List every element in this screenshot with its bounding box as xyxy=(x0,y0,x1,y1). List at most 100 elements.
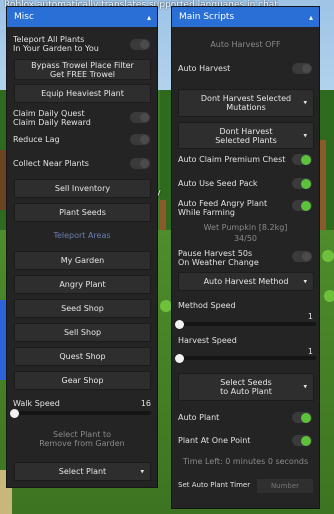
collapse-icon[interactable]: ▴ xyxy=(147,13,151,22)
method-speed-row: Method Speed 1 xyxy=(172,300,319,329)
select-seeds-dropdown[interactable]: Select Seeds to Auto Plant ▾ xyxy=(178,373,314,401)
collect-near-row: Collect Near Plants xyxy=(7,157,157,171)
select-plant-remove-label: Select Plant to Remove from Garden xyxy=(39,430,125,448)
walk-speed-row: Walk Speed 16 xyxy=(7,398,157,418)
plant-at-one-point-label: Plant At One Point xyxy=(178,436,251,445)
toggle-knob xyxy=(301,435,311,446)
harvest-speed-row: Harvest Speed 1 xyxy=(172,335,319,363)
auto-plant-label: Auto Plant xyxy=(178,413,220,422)
teleport-areas-heading: Teleport Areas xyxy=(53,231,111,240)
fence-post xyxy=(160,200,166,230)
harvest-speed-value: 1 xyxy=(307,347,313,356)
select-seeds-label: Select Seeds to Auto Plant xyxy=(220,378,272,396)
select-plant-dropdown[interactable]: Select Plant ▾ xyxy=(14,462,151,481)
auto-harvest-toggle[interactable] xyxy=(292,63,312,74)
dont-harvest-mutations-label: Dont Harvest Selected Mutations xyxy=(200,94,292,112)
misc-panel-header[interactable]: Misc ▴ xyxy=(7,7,157,27)
auto-claim-chest-toggle[interactable] xyxy=(292,154,312,165)
method-speed-value: 1 xyxy=(307,312,313,321)
pause-harvest-row: Pause Harvest 50s On Weather Change xyxy=(172,248,319,268)
main-scripts-panel-header[interactable]: Main Scripts ▴ xyxy=(172,7,319,27)
method-speed-label: Method Speed xyxy=(178,301,236,310)
sell-inventory-button[interactable]: Sell Inventory xyxy=(14,179,151,198)
auto-use-seed-pack-row: Auto Use Seed Pack xyxy=(172,177,319,191)
reduce-lag-toggle[interactable] xyxy=(130,134,150,145)
auto-feed-angry-label: Auto Feed Angry Plant While Farming xyxy=(178,199,268,217)
plant-at-one-point-toggle[interactable] xyxy=(292,435,312,446)
quest-shop-button[interactable]: Quest Shop xyxy=(14,347,151,366)
teleport-all-plants-row: Teleport All Plants In Your Garden to Yo… xyxy=(7,34,157,54)
dont-harvest-mutations-dropdown[interactable]: Dont Harvest Selected Mutations ▾ xyxy=(178,89,314,117)
toggle-knob xyxy=(140,40,149,49)
angry-plant-button[interactable]: Angry Plant xyxy=(14,275,151,294)
auto-claim-chest-label: Auto Claim Premium Chest xyxy=(178,155,286,164)
pause-harvest-label: Pause Harvest 50s On Weather Change xyxy=(178,249,259,267)
toggle-knob xyxy=(301,154,311,165)
pause-harvest-toggle[interactable] xyxy=(292,251,312,262)
wet-pumpkin-progress: 34/50 xyxy=(233,234,258,243)
harvest-speed-label: Harvest Speed xyxy=(178,336,237,345)
toggle-knob xyxy=(301,200,311,211)
wet-pumpkin-label: Wet Pumpkin [8.2kg] xyxy=(203,223,288,232)
walk-speed-slider[interactable] xyxy=(14,411,151,415)
seed-shop-button[interactable]: Seed Shop xyxy=(14,299,151,318)
toggle-knob xyxy=(140,135,149,144)
auto-plant-toggle[interactable] xyxy=(292,412,312,423)
walk-speed-slider-thumb[interactable] xyxy=(10,408,19,418)
auto-harvest-label: Auto Harvest xyxy=(178,64,231,73)
claim-daily-quest-row: Claim Daily Quest Claim Daily Reward xyxy=(7,108,157,128)
teleport-all-plants-label: Teleport All Plants In Your Garden to Yo… xyxy=(13,35,99,53)
gear-shop-button[interactable]: Gear Shop xyxy=(14,371,151,390)
collapse-icon[interactable]: ▴ xyxy=(309,13,313,22)
auto-harvest-row: Auto Harvest xyxy=(172,62,319,76)
misc-panel: Misc ▴ Teleport All Plants In Your Garde… xyxy=(6,6,158,488)
plant-at-one-point-row: Plant At One Point xyxy=(172,434,319,448)
toggle-knob xyxy=(140,113,149,122)
auto-harvest-status: Auto Harvest OFF xyxy=(210,40,281,49)
auto-harvest-method-label: Auto Harvest Method xyxy=(203,277,289,286)
sell-shop-button[interactable]: Sell Shop xyxy=(14,323,151,342)
my-garden-button[interactable]: My Garden xyxy=(14,251,151,270)
bypass-trowel-button[interactable]: Bypass Trowel Place Filter Get FREE Trow… xyxy=(14,59,151,80)
time-left-label: Time Left: 0 minutes 0 seconds xyxy=(182,457,309,466)
toggle-knob xyxy=(302,64,311,73)
auto-plant-row: Auto Plant xyxy=(172,411,319,425)
main-scripts-panel: Main Scripts ▴ Auto Harvest OFF Auto Har… xyxy=(171,6,320,509)
chevron-down-icon: ▾ xyxy=(303,98,307,107)
fence-post xyxy=(320,140,326,230)
auto-feed-angry-row: Auto Feed Angry Plant While Farming xyxy=(172,198,319,218)
plant-leaf xyxy=(324,290,334,302)
auto-plant-timer-row: Set Auto Plant Timer xyxy=(172,478,319,494)
walk-speed-label: Walk Speed xyxy=(13,399,60,408)
claim-daily-quest-toggle[interactable] xyxy=(130,112,150,123)
set-auto-plant-timer-label: Set Auto Plant Timer xyxy=(178,481,251,489)
chevron-down-icon: ▾ xyxy=(303,131,307,139)
auto-harvest-method-dropdown[interactable]: Auto Harvest Method ▾ xyxy=(178,272,314,291)
main-scripts-panel-title: Main Scripts xyxy=(179,12,235,22)
toggle-knob xyxy=(302,252,311,261)
collect-near-label: Collect Near Plants xyxy=(13,159,89,168)
misc-panel-title: Misc xyxy=(14,12,34,22)
auto-plant-timer-input[interactable] xyxy=(257,479,313,493)
collect-near-toggle[interactable] xyxy=(130,158,150,169)
auto-feed-angry-toggle[interactable] xyxy=(292,200,312,211)
method-speed-slider-thumb[interactable] xyxy=(175,319,184,329)
harvest-speed-slider-thumb[interactable] xyxy=(175,353,184,363)
chevron-down-icon: ▾ xyxy=(140,467,144,475)
dont-harvest-plants-label: Dont Harvest Selected Plants xyxy=(215,126,277,145)
select-plant-label: Select Plant xyxy=(58,467,107,476)
chevron-down-icon: ▾ xyxy=(303,382,307,391)
plant-seeds-button[interactable]: Plant Seeds xyxy=(14,203,151,222)
equip-heaviest-button[interactable]: Equip Heaviest Plant xyxy=(14,84,151,103)
method-speed-slider[interactable] xyxy=(179,322,316,326)
dont-harvest-plants-dropdown[interactable]: Dont Harvest Selected Plants ▾ xyxy=(178,122,314,149)
auto-use-seed-pack-toggle[interactable] xyxy=(292,178,312,189)
harvest-speed-slider[interactable] xyxy=(179,356,316,360)
auto-claim-chest-row: Auto Claim Premium Chest xyxy=(172,153,319,167)
reduce-lag-label: Reduce Lag xyxy=(13,135,60,144)
teleport-all-plants-toggle[interactable] xyxy=(130,39,150,50)
plant-leaf xyxy=(322,250,334,262)
toggle-knob xyxy=(140,159,149,168)
claim-daily-quest-label: Claim Daily Quest Claim Daily Reward xyxy=(13,109,91,127)
chevron-down-icon: ▾ xyxy=(303,277,307,285)
